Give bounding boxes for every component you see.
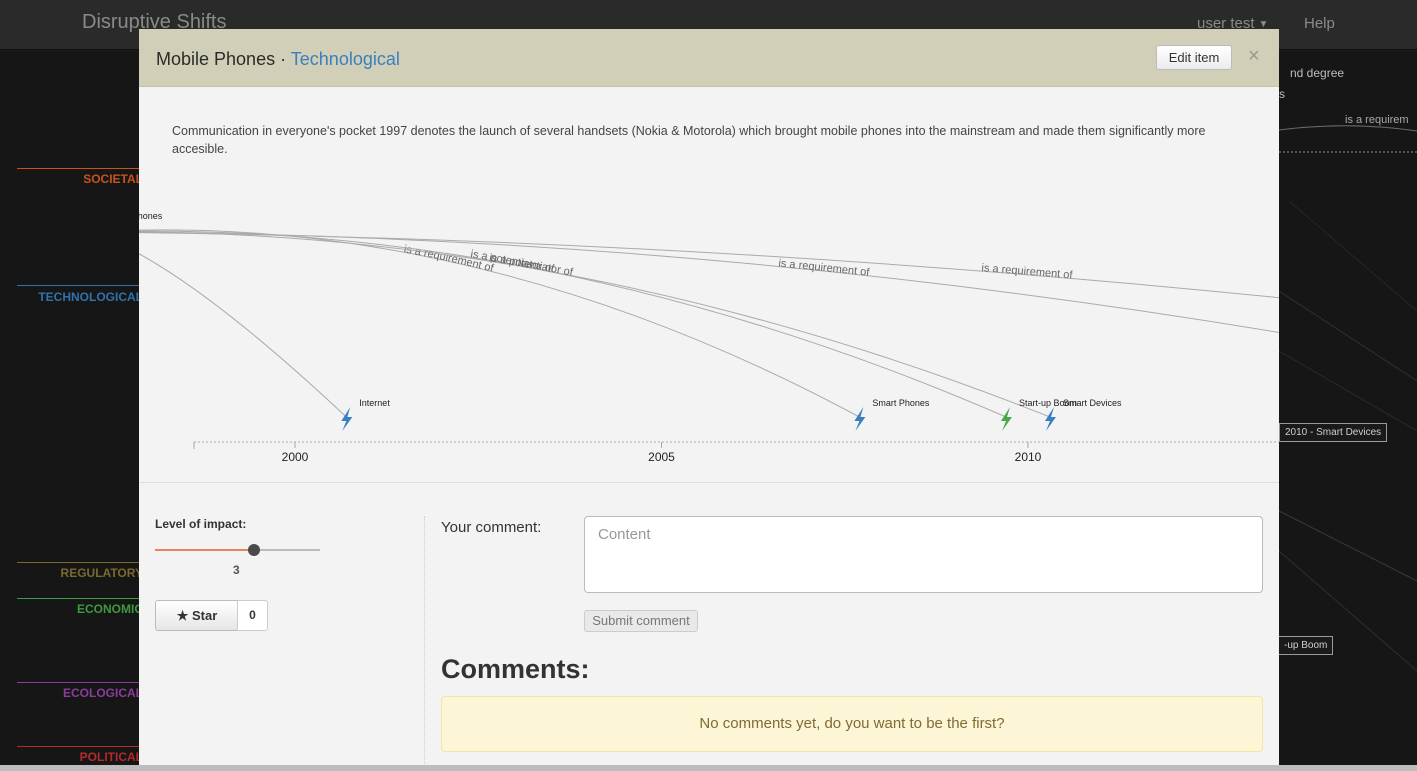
target-node-icon[interactable] xyxy=(1044,407,1056,431)
background-timeline-tooltip[interactable]: -up Boom xyxy=(1279,636,1334,655)
relation-label: is a requirement of xyxy=(981,262,1074,281)
close-icon[interactable]: × xyxy=(1248,45,1260,68)
modal-title: Mobile Phones · Technological xyxy=(156,49,400,70)
star-icon: ★ xyxy=(176,608,189,623)
relation-link xyxy=(139,253,347,418)
star-button-label: Star xyxy=(191,608,218,623)
comment-textarea[interactable] xyxy=(584,516,1263,593)
category-label-political: POLITICAL xyxy=(79,750,143,764)
modal-header: Mobile Phones · Technological Edit item … xyxy=(139,29,1279,87)
target-node-icon[interactable] xyxy=(1001,407,1013,431)
source-node-label: Mobile Phones xyxy=(139,211,163,221)
impact-slider[interactable] xyxy=(155,544,320,556)
category-label-regulatory: REGULATORY xyxy=(60,566,143,580)
comments-heading: Comments: xyxy=(441,654,590,684)
background-graph-lines xyxy=(1279,125,1417,672)
timeline-tick-label: 2005 xyxy=(648,450,675,464)
section-divider xyxy=(139,482,1279,483)
background-timeline-tooltip[interactable]: 2010 - Smart Devices xyxy=(1279,423,1388,442)
category-divider xyxy=(17,598,147,599)
star-count: 0 xyxy=(237,600,268,631)
item-description: Communication in everyone's pocket 1997 … xyxy=(172,124,1206,156)
target-node-label: Smart Phones xyxy=(872,398,930,408)
item-category-link[interactable]: Technological xyxy=(291,49,400,69)
category-divider xyxy=(17,168,147,169)
edit-item-button[interactable]: Edit item xyxy=(1156,45,1232,70)
target-node-icon[interactable] xyxy=(854,407,866,431)
comment-label: Your comment: xyxy=(441,519,542,536)
relation-link xyxy=(139,231,1051,418)
relation-link xyxy=(139,230,1007,418)
category-divider xyxy=(17,562,147,563)
timeline-tick-label: 2000 xyxy=(282,450,309,464)
category-label-technological: TECHNOLOGICAL xyxy=(38,290,143,304)
impact-label: Level of impact: xyxy=(155,517,247,531)
category-divider xyxy=(17,746,147,747)
background-relation-label: is a requirem xyxy=(1345,114,1409,126)
horizontal-scrollbar[interactable] xyxy=(0,765,1417,771)
impact-value: 3 xyxy=(233,563,240,577)
category-label-ecological: ECOLOGICAL xyxy=(63,686,143,700)
timeline-tick-label: 2010 xyxy=(1015,450,1042,464)
background-label: nd degree xyxy=(1290,66,1345,80)
relation-link xyxy=(139,231,1279,334)
category-label-economic: ECONOMIC xyxy=(77,602,143,616)
impact-slider-fill xyxy=(155,549,254,551)
background-label: s xyxy=(1279,87,1285,101)
relations-timeline: 200020052010201520202025is a requirement… xyxy=(139,211,1279,464)
background-right-panel: nd degree s is a requirem 2010 - Smart D… xyxy=(1279,51,1417,771)
category-divider xyxy=(17,285,147,286)
no-comments-alert: No comments yet, do you want to be the f… xyxy=(441,696,1263,752)
column-divider xyxy=(424,516,425,771)
category-divider xyxy=(17,682,147,683)
item-title: Mobile Phones xyxy=(156,49,276,69)
star-button[interactable]: ★ Star xyxy=(155,600,239,631)
caret-down-icon: ▼ xyxy=(1258,18,1269,30)
help-link[interactable]: Help xyxy=(1304,15,1335,32)
impact-slider-handle[interactable] xyxy=(248,544,260,556)
relation-label: is a requirement of xyxy=(778,257,871,278)
relation-label: is a potentiator of xyxy=(488,252,574,279)
target-node-label: Smart Devices xyxy=(1063,398,1122,408)
submit-comment-button[interactable]: Submit comment xyxy=(584,610,698,632)
title-separator: · xyxy=(280,49,287,69)
target-node-icon[interactable] xyxy=(341,407,353,431)
category-label-societal: SOCIETAL xyxy=(83,172,143,186)
target-node-label: Internet xyxy=(359,398,390,408)
item-detail-modal: Mobile Phones · Technological Edit item … xyxy=(139,29,1279,771)
